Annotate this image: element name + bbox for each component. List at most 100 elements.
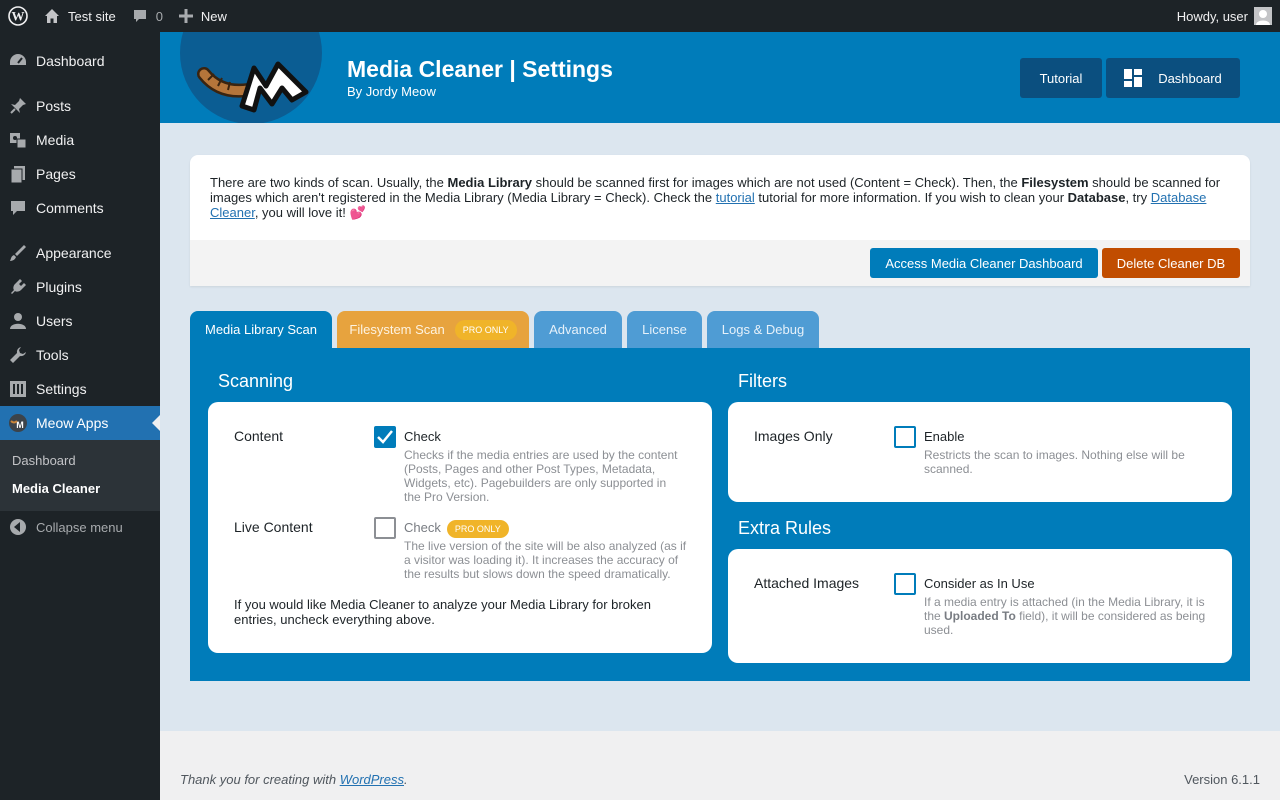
page-byline: By Jordy Meow [347,84,436,99]
submenu-item-media-cleaner[interactable]: Media Cleaner [0,475,160,503]
sidebar-item-label: Posts [36,98,72,114]
wp-version: Version 6.1.1 [1184,772,1260,787]
attached-images-label: Attached Images [754,575,860,591]
comment-icon [132,8,148,24]
svg-text:W: W [12,9,25,24]
pro-only-badge: PRO ONLY [454,319,517,340]
sidebar-item-label: Media [36,132,75,148]
sidebar-item-settings[interactable]: Settings [0,372,160,406]
images-only-check-label: Enable [924,429,965,444]
wrench-icon [8,345,28,365]
site-name: Test site [68,8,116,24]
scanning-card: Content Check Checks if the media entrie… [208,402,712,653]
sidebar-item-label: Comments [36,200,104,216]
site-name-link[interactable]: Test site [36,0,124,32]
tab-label: Logs & Debug [721,322,805,337]
wordpress-logo-icon[interactable]: W [0,0,36,32]
user-icon [8,311,28,331]
content-check-label: Check [404,429,441,444]
sidebar-item-label: Meow Apps [36,415,109,431]
sidebar-item-label: Settings [36,381,87,397]
content-label: Content [234,428,284,444]
account-menu[interactable]: Howdy, user [1169,0,1280,32]
sidebar-item-tools[interactable]: Tools [0,338,160,372]
sidebar-item-dashboard[interactable]: Dashboard [0,44,160,78]
new-label: New [200,8,227,24]
new-content-link[interactable]: New [171,0,235,32]
tab-logs-debug[interactable]: Logs & Debug [707,311,819,348]
notice-actions: Access Media Cleaner Dashboard Delete Cl… [190,240,1250,286]
collapse-label: Collapse menu [36,519,123,535]
plugin-header: Media Cleaner | Settings By Jordy Meow T… [160,32,1280,123]
plus-icon [178,9,193,23]
pages-icon [8,164,28,184]
comments-link[interactable]: 0 [124,0,171,32]
live-content-label: Live Content [234,519,313,535]
images-only-label: Images Only [754,428,833,444]
dashboard-button-label: Dashboard [1158,70,1222,86]
tab-label: License [642,322,687,337]
greeting: Howdy, user [1176,8,1248,24]
sidebar-item-label: Pages [36,166,76,182]
delete-cleaner-db-button[interactable]: Delete Cleaner DB [1102,248,1240,278]
images-only-checkbox[interactable] [894,426,916,448]
sidebar-item-label: Users [36,313,73,329]
sidebar-item-comments[interactable]: Comments [0,191,160,225]
footer-thanks: Thank you for creating with WordPress. [180,772,408,787]
tab-media-library-scan[interactable]: Media Library Scan [190,311,332,348]
access-dashboard-button[interactable]: Access Media Cleaner Dashboard [870,248,1098,278]
tab-filesystem-scan[interactable]: Filesystem Scan PRO ONLY [337,311,529,348]
submenu-item-dashboard[interactable]: Dashboard [0,447,160,475]
admin-bar: W Test site 0 New Howdy, user [0,0,1280,32]
filters-card: Images Only Enable Restricts the scan to… [728,402,1232,502]
sidebar-item-media[interactable]: Media [0,123,160,157]
sidebar-item-label: Appearance [36,245,112,261]
sidebar-item-users[interactable]: Users [0,304,160,338]
plug-icon [8,277,28,297]
collapse-icon [8,517,28,537]
tab-label: Filesystem Scan [349,322,445,337]
comments-count: 0 [155,8,163,24]
sidebar-item-meow-apps[interactable]: M Meow Apps [0,406,160,440]
admin-sidebar: Dashboard Posts Media Pages Comments App… [0,32,160,800]
avatar [1254,7,1272,25]
sidebar-item-label: Plugins [36,279,82,295]
pin-icon [8,96,28,116]
sidebar-item-posts[interactable]: Posts [0,89,160,123]
content-description: Checks if the media entries are used by … [404,448,678,504]
sidebar-item-plugins[interactable]: Plugins [0,270,160,304]
admin-footer: Thank you for creating with WordPress. V… [160,731,1280,800]
extra-rules-title: Extra Rules [738,518,832,538]
sidebar-item-label: Tools [36,347,69,363]
intro-notice: There are two kinds of scan. Usually, th… [190,155,1250,286]
dashboard-button[interactable]: Dashboard [1106,58,1240,98]
comment-icon [8,198,28,218]
brush-icon [8,243,28,263]
live-content-checkbox[interactable] [374,517,396,539]
sidebar-item-appearance[interactable]: Appearance [0,236,160,270]
tab-advanced[interactable]: Advanced [534,311,622,348]
meow-apps-submenu: Dashboard Media Cleaner [0,440,160,511]
live-content-check-label: Check PRO ONLY [404,520,509,538]
attached-images-description: If a media entry is attached (in the Med… [924,595,1206,637]
sidebar-item-label: Dashboard [36,53,105,69]
wordpress-link[interactable]: WordPress [340,772,404,787]
attached-images-checkbox[interactable] [894,573,916,595]
tutorial-link[interactable]: tutorial [716,190,755,205]
extra-rules-card: Attached Images Consider as In Use If a … [728,549,1232,663]
tab-label: Advanced [549,322,607,337]
scan-note: If you would like Media Cleaner to analy… [234,597,651,627]
home-icon [44,8,60,24]
attached-images-check-label: Consider as In Use [924,576,1035,591]
intro-text: There are two kinds of scan. Usually, th… [210,175,1221,220]
live-content-description: The live version of the site will be als… [404,539,687,581]
collapse-menu-button[interactable]: Collapse menu [0,511,160,543]
tutorial-button[interactable]: Tutorial [1020,58,1102,98]
content-checkbox[interactable] [374,426,396,448]
filters-title: Filters [738,371,787,391]
tab-license[interactable]: License [627,311,702,348]
images-only-description: Restricts the scan to images. Nothing el… [924,448,1185,476]
dashboard-grid-icon [1124,69,1150,87]
sidebar-item-pages[interactable]: Pages [0,157,160,191]
pro-only-badge: PRO ONLY [446,520,509,538]
